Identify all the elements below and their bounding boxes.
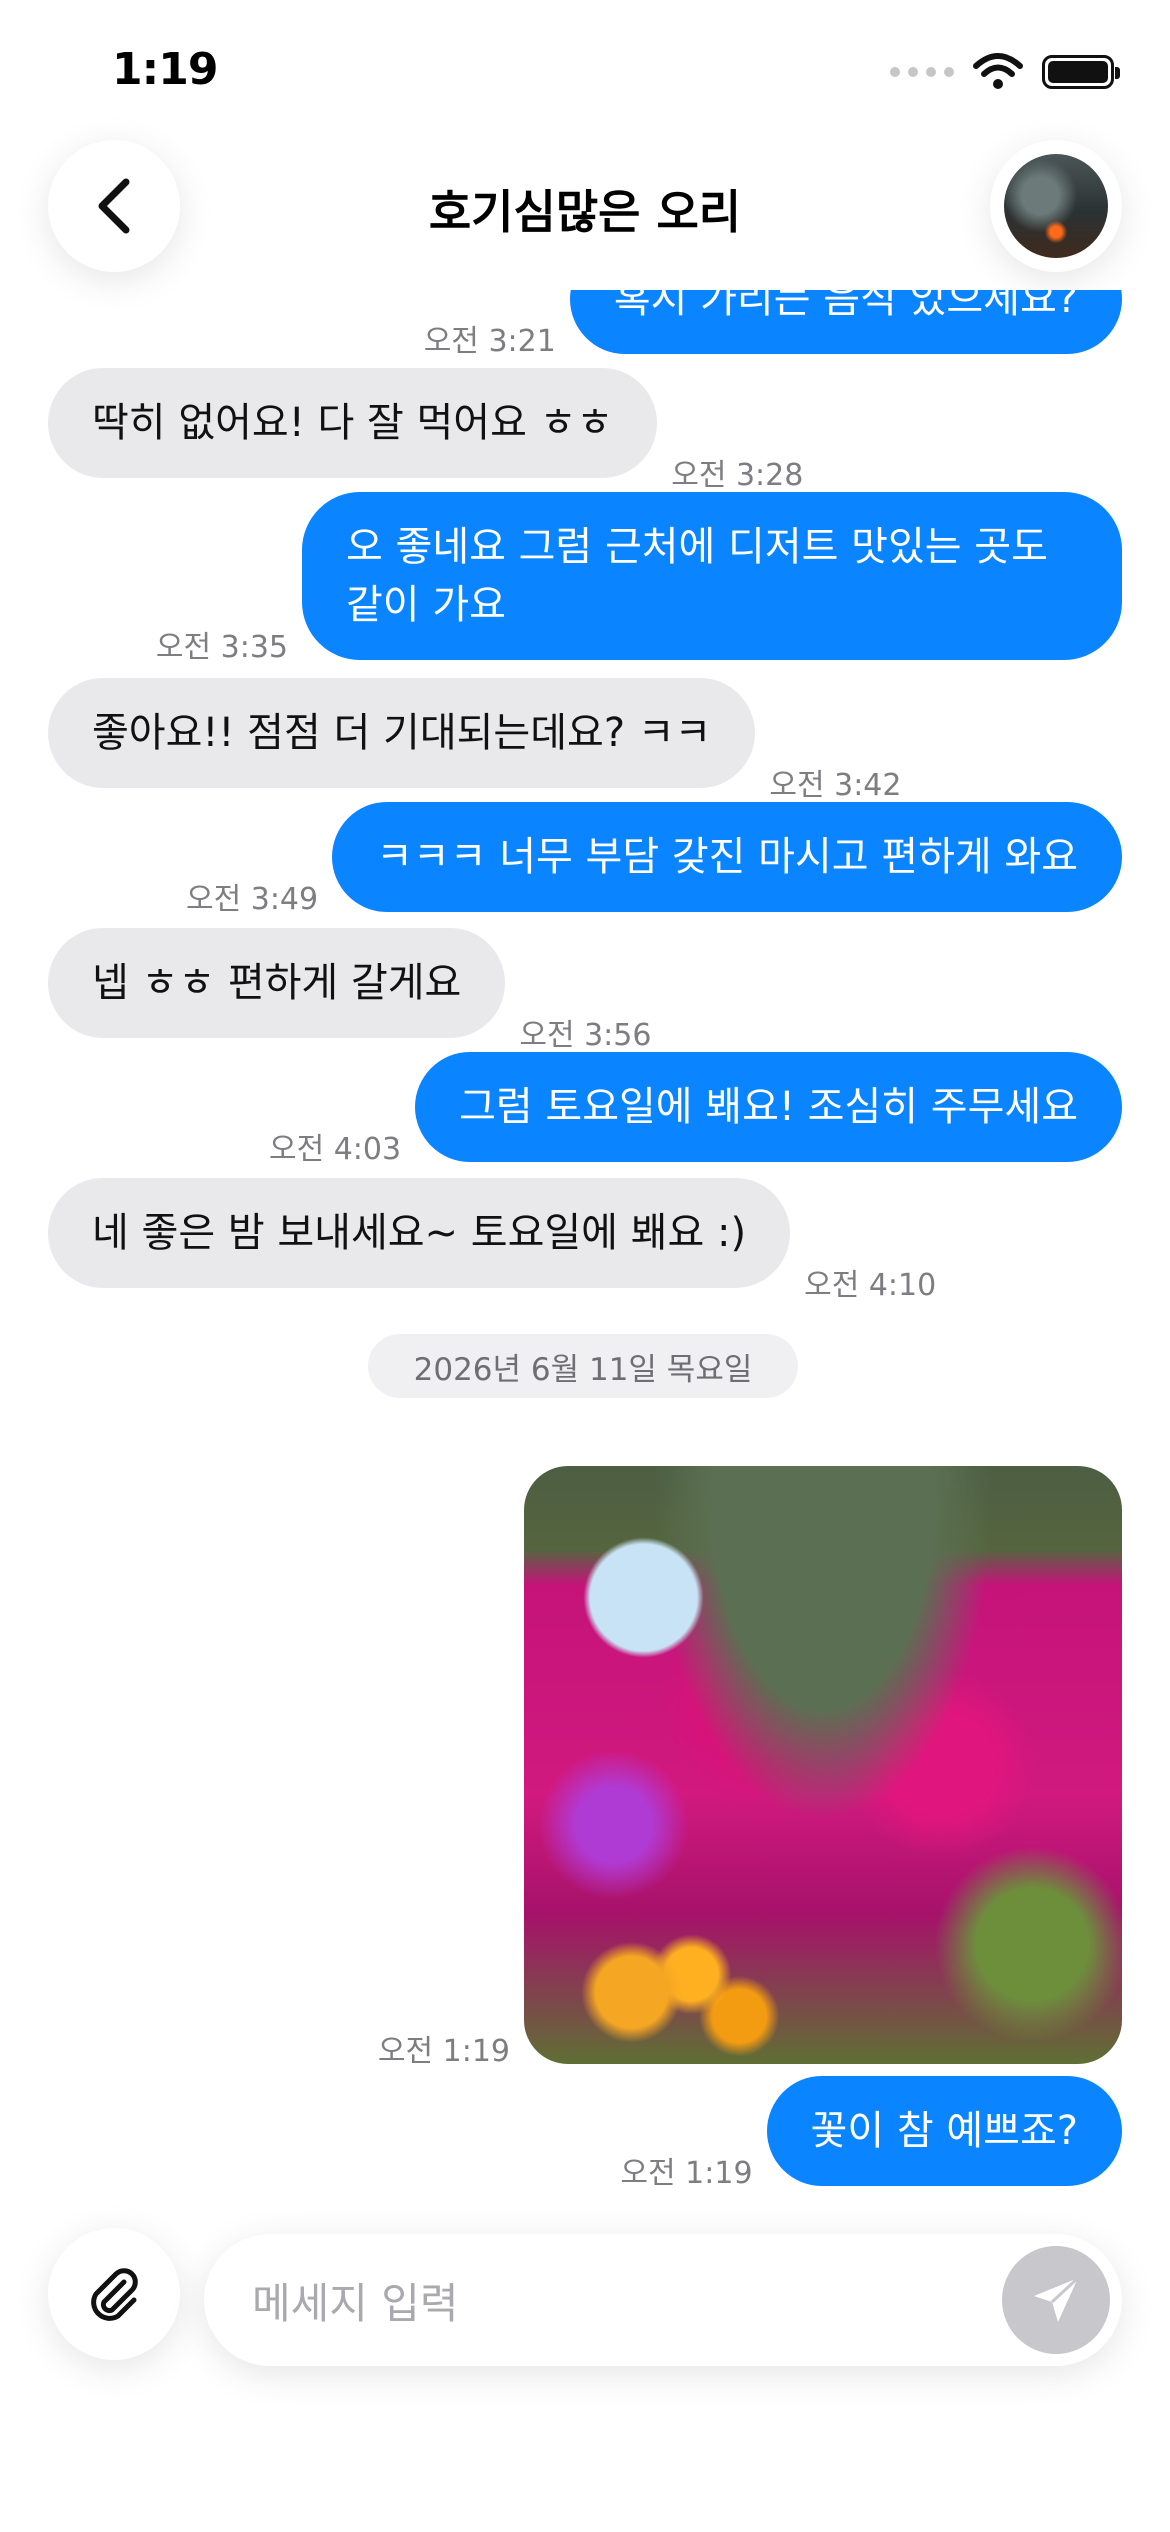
message-row: 네 좋은 밤 보내세요~ 토요일에 봬요 :) 오전 4:10 <box>48 1178 1122 1303</box>
message-row: 오전 1:19 꽃이 참 예쁘죠? <box>48 2076 1122 2191</box>
message-row: 오전 3:49 ㅋㅋㅋ 너무 부담 갖진 마시고 편하게 와요 <box>48 802 1122 917</box>
message-time: 오전 3:42 <box>769 768 902 803</box>
message-time: 오전 1:19 <box>377 2034 510 2069</box>
outgoing-bubble[interactable]: 오 좋네요 그럼 근처에 디저트 맛있는 곳도 같이 가요 <box>302 492 1122 660</box>
incoming-bubble[interactable]: 넵 ㅎㅎ 편하게 갈게요 <box>48 928 506 1038</box>
send-button[interactable] <box>1002 2246 1110 2354</box>
battery-icon <box>1042 55 1120 89</box>
photo-message-image[interactable] <box>524 1466 1122 2064</box>
message-input-container[interactable]: 메세지 입력 <box>204 2234 1122 2366</box>
outgoing-bubble[interactable]: 혹시 가리는 음식 있으세요? <box>569 290 1122 354</box>
message-input[interactable]: 메세지 입력 <box>252 2270 459 2331</box>
message-row: 좋아요!! 점점 더 기대되는데요? ㅋㅋ 오전 3:42 <box>48 678 1122 803</box>
message-time: 오전 3:56 <box>519 1018 652 1053</box>
incoming-bubble[interactable]: 딱히 없어요! 다 잘 먹어요 ㅎㅎ <box>48 368 658 478</box>
message-time: 오전 1:19 <box>620 2156 753 2191</box>
status-time: 1:19 <box>112 44 218 95</box>
attach-button[interactable] <box>48 2228 180 2360</box>
message-row: 오전 1:19 <box>48 1466 1122 2069</box>
message-row: 딱히 없어요! 다 잘 먹어요 ㅎㅎ 오전 3:28 <box>48 368 1122 493</box>
outgoing-bubble[interactable]: ㅋㅋㅋ 너무 부담 갖진 마시고 편하게 와요 <box>332 802 1122 912</box>
message-time: 오전 3:21 <box>423 324 556 359</box>
date-divider: 2026년 6월 11일 목요일 <box>368 1334 798 1398</box>
message-row: 오전 4:03 그럼 토요일에 봬요! 조심히 주무세요 <box>48 1052 1122 1167</box>
paperclip-icon <box>91 2268 138 2321</box>
avatar <box>1004 154 1108 258</box>
message-time: 오전 3:49 <box>186 882 319 917</box>
outgoing-bubble[interactable]: 그럼 토요일에 봬요! 조심히 주무세요 <box>415 1052 1122 1162</box>
profile-avatar-button[interactable] <box>990 140 1122 272</box>
outgoing-bubble[interactable]: 꽃이 참 예쁘죠? <box>766 2076 1122 2186</box>
message-time: 오전 3:35 <box>155 630 288 665</box>
message-time: 오전 3:28 <box>671 458 804 493</box>
send-icon <box>1034 2276 1080 2322</box>
message-row: 오전 3:21 혹시 가리는 음식 있으세요? <box>48 290 1122 359</box>
message-list[interactable]: 오전 3:21 혹시 가리는 음식 있으세요? 딱히 없어요! 다 잘 먹어요 … <box>0 290 1170 2220</box>
message-row: 오전 3:35 오 좋네요 그럼 근처에 디저트 맛있는 곳도 같이 가요 <box>48 492 1122 665</box>
incoming-bubble[interactable]: 좋아요!! 점점 더 기대되는데요? ㅋㅋ <box>48 678 756 788</box>
status-icons <box>890 52 1120 92</box>
message-row: 넵 ㅎㅎ 편하게 갈게요 오전 3:56 <box>48 928 1122 1053</box>
wifi-icon <box>973 53 1023 89</box>
cellular-signal-icon <box>890 67 954 77</box>
message-time: 오전 4:03 <box>268 1132 402 1167</box>
incoming-bubble[interactable]: 네 좋은 밤 보내세요~ 토요일에 봬요 :) <box>48 1178 791 1288</box>
message-time: 오전 4:10 <box>804 1268 937 1303</box>
